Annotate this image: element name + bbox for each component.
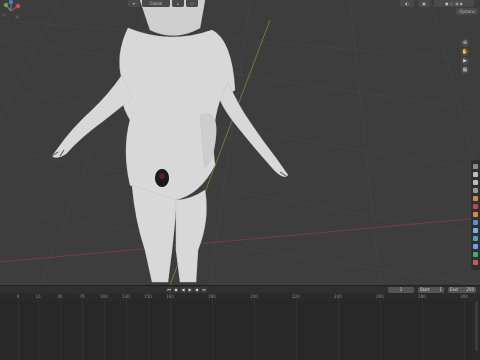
world-icon[interactable] (473, 204, 478, 209)
data-icon[interactable] (473, 252, 478, 257)
ruler-tick: 70 (79, 294, 85, 299)
particles-icon[interactable] (473, 228, 478, 233)
frame-gridline (126, 301, 127, 360)
ruler-tick: 130 (122, 294, 130, 299)
frame-gridline (296, 301, 297, 360)
ruler-tick: 200 (250, 294, 258, 299)
physics-icon[interactable] (473, 236, 478, 241)
grid-icon: ▦ (462, 67, 468, 73)
ruler-tick: 300 (460, 294, 468, 299)
ruler-tick: 150 (144, 294, 152, 299)
dropdown-icon: ▾ (132, 1, 135, 6)
proportional-edit-toggle[interactable]: ○ (186, 0, 198, 7)
pan-button[interactable]: ✋ (461, 48, 469, 56)
view-layer-icon[interactable] (473, 188, 478, 193)
material-icon[interactable] (473, 260, 478, 265)
x-axis-handle[interactable] (15, 3, 21, 9)
neg-z-handle[interactable] (15, 15, 19, 19)
x-axis-line (0, 217, 480, 263)
frame-gridline (380, 301, 381, 360)
frame-gridline (148, 301, 149, 360)
render-icon[interactable] (473, 172, 478, 177)
tool-icon[interactable] (473, 164, 478, 169)
frame-gridline (60, 301, 61, 360)
navigation-gizmo[interactable] (0, 0, 22, 22)
properties-tabs (471, 160, 480, 270)
frame-gridline (82, 301, 83, 360)
timeline-scrollbar[interactable] (475, 301, 478, 351)
timeline-ruler[interactable]: 0 10 40 70 100 130 150 160 180 200 220 2… (0, 293, 480, 301)
timeline-tracks[interactable] (0, 301, 480, 360)
frame-gridline (104, 301, 105, 360)
snap-toggle[interactable]: ⌂ (172, 0, 184, 7)
xray-icon: ▣ (422, 1, 426, 6)
shading-icons: ● ○ ◑ ◉ (445, 1, 463, 6)
constraints-icon[interactable] (473, 244, 478, 249)
circle-icon: ○ (190, 1, 194, 6)
neg-x-handle[interactable] (2, 13, 6, 17)
overlay-icon: ◐ (405, 1, 409, 6)
ruler-tick: 40 (57, 294, 63, 299)
zoom-button[interactable]: ⊕ (461, 39, 469, 47)
frame-gridline (464, 301, 465, 360)
ruler-tick: 100 (100, 294, 108, 299)
xray-toggle[interactable]: ▣ (418, 0, 430, 7)
shading-mode-button[interactable]: ▾ (128, 0, 140, 7)
output-icon[interactable] (473, 180, 478, 185)
camera-view-button[interactable]: ▶ (461, 57, 469, 65)
frame-gridline (422, 301, 423, 360)
scene-icon[interactable] (473, 196, 478, 201)
perspective-toggle[interactable]: ▦ (461, 66, 469, 74)
ruler-tick: 260 (376, 294, 384, 299)
hand-icon: ✋ (461, 49, 469, 55)
frame-gridline (212, 301, 213, 360)
frame-gridline (38, 301, 39, 360)
transform-orientation-label: Global (149, 1, 163, 6)
model-detail-highlight (159, 173, 165, 179)
ruler-tick: 160 (166, 294, 174, 299)
ruler-tick: 10 (35, 294, 41, 299)
overlay-toggle[interactable]: ◐ (400, 0, 414, 7)
viewport-canvas[interactable] (0, 0, 480, 285)
camera-icon: ▶ (463, 58, 467, 64)
ruler-tick: 0 (16, 294, 20, 299)
y-axis-handle[interactable] (3, 2, 9, 8)
ruler-tick: 240 (334, 294, 342, 299)
3d-viewport[interactable]: ▾ Global ⌂ ○ ◐ ▣ ● ○ ◑ ◉ Options ⊕ ✋ ▶ ▦ (0, 0, 480, 285)
frame-gridline (170, 301, 171, 360)
ruler-tick: 180 (208, 294, 216, 299)
transform-orientation-dropdown[interactable]: Global (142, 0, 170, 7)
magnet-icon: ⌂ (176, 1, 180, 6)
ruler-tick: 280 (418, 294, 426, 299)
object-icon[interactable] (473, 212, 478, 217)
frame-gridline (254, 301, 255, 360)
ruler-tick: 220 (292, 294, 300, 299)
frame-gridline (338, 301, 339, 360)
zoom-icon: ⊕ (462, 40, 468, 46)
shading-buttons[interactable]: ● ○ ◑ ◉ (434, 0, 474, 7)
modifier-icon[interactable] (473, 220, 478, 225)
z-axis-handle[interactable] (8, 0, 14, 5)
character-model[interactable] (51, 0, 289, 283)
options-dropdown[interactable]: Options (456, 8, 478, 15)
frame-gridline (18, 301, 19, 360)
